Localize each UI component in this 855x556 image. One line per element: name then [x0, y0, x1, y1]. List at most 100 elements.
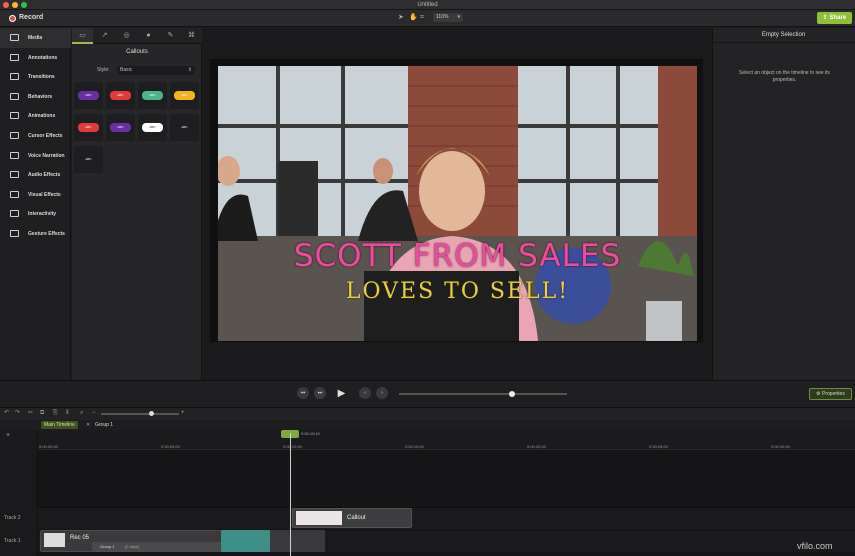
track-2-row[interactable]	[38, 507, 855, 529]
add-track-icon[interactable]: +	[6, 432, 10, 439]
cut-icon[interactable]: ✂	[28, 408, 33, 418]
step-back-button[interactable]: ⏮	[297, 387, 309, 399]
previous-button[interactable]: ‹	[359, 387, 371, 399]
sidebar-item-visual-effects[interactable]: Visual Effects	[0, 185, 71, 205]
properties-title: Empty Selection	[712, 28, 855, 43]
crop-tool-icon[interactable]: ⌗	[420, 13, 424, 23]
sidebar-item-gesture-effects[interactable]: Gesture Effects	[0, 224, 71, 244]
next-button[interactable]: ›	[376, 387, 388, 399]
copy-icon[interactable]: ⧉	[40, 408, 44, 418]
group-label: Group 1	[100, 544, 115, 549]
split-icon[interactable]: ⫴	[66, 408, 69, 418]
sidebar-item-label: Transitions	[28, 74, 55, 81]
step-forward-button[interactable]: ⏭	[314, 387, 326, 399]
annotation-icon	[10, 53, 19, 61]
tab-group-1[interactable]: Group 1	[95, 421, 113, 429]
tab-main-timeline[interactable]: Main Timeline	[41, 421, 78, 429]
callout-thumbnail[interactable]: ABC	[74, 146, 103, 173]
callout-thumbnail[interactable]: ABC	[74, 114, 103, 141]
record-icon[interactable]	[9, 15, 16, 22]
sidebar-item-label: Cursor Effects	[28, 133, 63, 139]
callout-clip-label: Callout	[347, 515, 366, 521]
timeline-zoom-handle[interactable]	[149, 411, 154, 416]
undo-icon[interactable]: ↶	[4, 408, 9, 418]
track-2-label: Track 2	[4, 515, 21, 521]
sidebar-item-label: Interactivity	[28, 211, 57, 218]
cursor-icon	[10, 132, 19, 139]
sidebar-item-label: Gesture Effects	[28, 231, 65, 237]
window-title: Untitled	[417, 2, 438, 8]
pointer-tool-icon[interactable]: ➤	[398, 13, 404, 23]
group-count: (2 clips)	[125, 544, 140, 549]
caption-line-2: LOVES TO SELL!	[345, 279, 570, 304]
sidebar-item-label: Behaviors	[28, 93, 53, 100]
callout-thumbnail[interactable]: ABC	[138, 82, 167, 109]
gear-icon: ⚙	[816, 391, 821, 397]
speaker-icon	[10, 171, 19, 179]
sidebar-item-label: Visual Effects	[28, 191, 61, 198]
tab-arrow-icon[interactable]: ↗	[94, 28, 115, 44]
interactivity-icon	[10, 210, 19, 218]
callout-thumbnail[interactable]: ABC	[170, 114, 199, 141]
zoom-search-icon: ⌕	[80, 410, 84, 416]
behavior-icon	[10, 92, 19, 100]
properties-button-label: Properties	[822, 391, 845, 397]
style-value: Basic	[120, 67, 133, 73]
tab-blur-icon[interactable]: ●	[138, 28, 159, 44]
hand-tool-icon[interactable]: ✋	[409, 13, 418, 23]
callout-thumbnail[interactable]: ABC	[74, 82, 103, 109]
toolbar	[0, 10, 855, 27]
sidebar-item-label: Media	[28, 35, 43, 41]
sidebar-item-label: Audio Effects	[28, 172, 61, 179]
callout-thumbnail[interactable]: ABC	[170, 82, 199, 109]
zoom-select[interactable]: 110% ▾	[433, 13, 463, 22]
callout-shape: ABC	[174, 91, 195, 100]
callout-thumbnail[interactable]: ABC	[138, 114, 167, 141]
watermark: vfilo.com	[797, 541, 833, 551]
callout-shape: ABC	[78, 155, 99, 164]
redo-icon[interactable]: ↷	[15, 408, 20, 418]
properties-message: Select an object on the timeline to see …	[739, 70, 830, 83]
close-icon[interactable]: ✕	[86, 421, 90, 429]
style-select[interactable]: Basic ⇕	[117, 66, 195, 75]
sidebar-item-audio-effects[interactable]: Audio Effects	[0, 165, 71, 185]
chevron-down-icon: ▾	[457, 14, 460, 20]
sidebar-item-interactivity[interactable]: Interactivity	[0, 204, 71, 224]
sidebar-item-annotations[interactable]: Annotations	[0, 48, 71, 68]
play-button[interactable]: ▶	[333, 385, 350, 402]
properties-button[interactable]: ⚙ Properties	[809, 388, 852, 400]
callout-shape: ABC	[110, 123, 131, 132]
animation-icon	[10, 112, 19, 120]
scrubber-handle[interactable]	[509, 391, 515, 397]
sidebar-item-animations[interactable]: Animations	[0, 106, 71, 126]
callout-shape: ABC	[110, 91, 131, 100]
callout-thumbnail[interactable]: ABC	[106, 114, 135, 141]
zoom-out-icon[interactable]: −	[92, 408, 96, 418]
style-label: Style:	[97, 67, 110, 73]
audio-waveform-clip[interactable]	[221, 530, 270, 552]
scrubber-track[interactable]	[399, 393, 567, 395]
callout-shape: ABC	[142, 123, 163, 132]
sidebar-item-media[interactable]: Media	[0, 28, 71, 48]
sidebar-item-transitions[interactable]: Transitions	[0, 67, 71, 87]
timeline-zoom-slider[interactable]	[101, 413, 179, 415]
sidebar-item-label: Annotations	[28, 54, 58, 61]
playhead-line[interactable]	[290, 433, 291, 556]
sidebar-item-label: Animations	[28, 113, 56, 120]
tab-keystroke-icon[interactable]: ⌘	[181, 28, 202, 44]
microphone-icon	[10, 151, 19, 159]
record-button[interactable]: Record	[19, 13, 43, 23]
hand-icon	[10, 230, 19, 237]
zoom-in-icon[interactable]: +	[181, 408, 185, 418]
tab-sketch-icon[interactable]: ✎	[160, 28, 181, 44]
callouts-panel	[72, 28, 202, 380]
share-button[interactable]: ⇪ Share	[817, 12, 852, 24]
tab-shape-icon[interactable]: ◎	[116, 28, 137, 44]
sidebar-item-voice-narration[interactable]: Voice Narration	[0, 146, 71, 166]
caption-line-1: SCOTT FROM SALES	[293, 238, 622, 274]
tab-callouts-icon[interactable]: ▭	[72, 28, 93, 44]
paste-icon[interactable]: ⎘	[53, 408, 58, 418]
sidebar-item-cursor-effects[interactable]: Cursor Effects	[0, 126, 71, 146]
callout-thumbnail[interactable]: ABC	[106, 82, 135, 109]
sidebar-item-behaviors[interactable]: Behaviors	[0, 87, 71, 107]
